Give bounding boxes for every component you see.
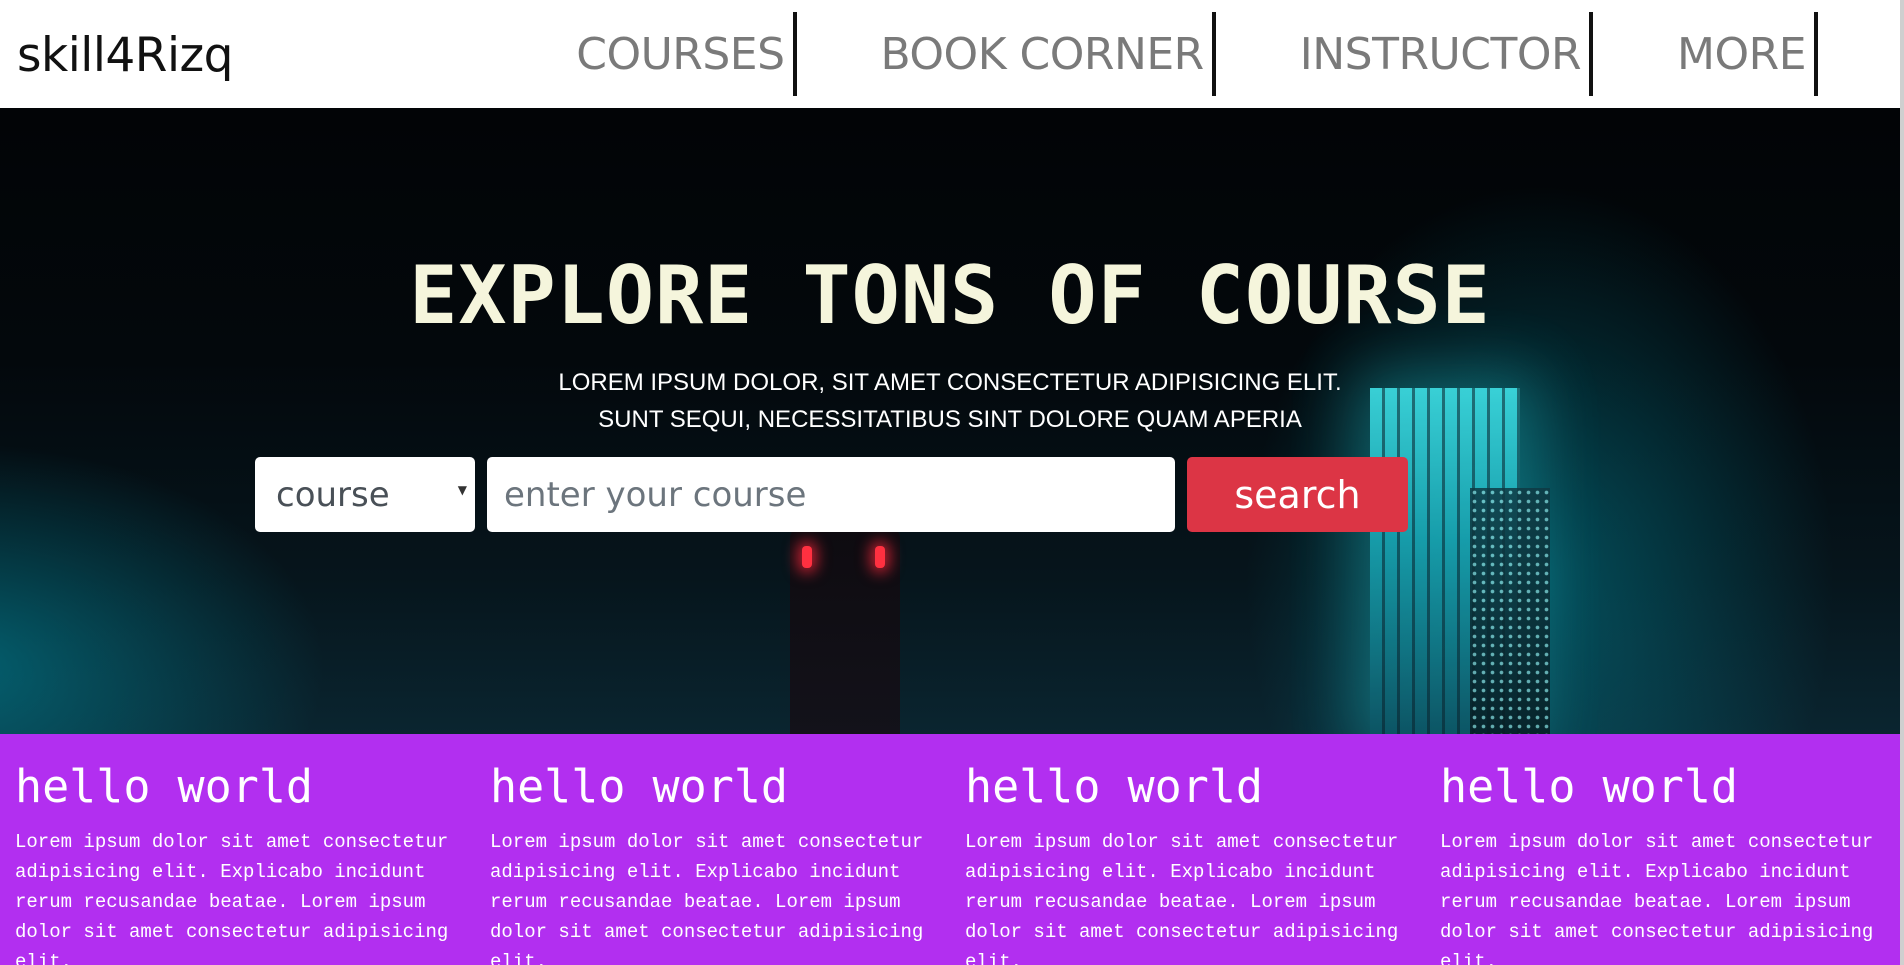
search-button[interactable]: search — [1187, 457, 1408, 532]
search-input[interactable] — [487, 457, 1175, 532]
card-title: hello world — [965, 760, 1264, 813]
nav-links: COURSES BOOK CORNER INSTRUCTOR MORE — [576, 12, 1818, 96]
hero-subtitle: LOREM IPSUM DOLOR, SIT AMET CONSECTETUR … — [0, 364, 1900, 438]
navbar: skill4Rizq COURSES BOOK CORNER INSTRUCTO… — [0, 0, 1904, 108]
brand-logo[interactable]: skill4Rizq — [17, 26, 234, 86]
tower-light — [802, 546, 812, 568]
feature-card: hello world Lorem ipsum dolor sit amet c… — [475, 734, 950, 965]
category-select[interactable]: course ▼ — [255, 457, 475, 532]
card-text: Lorem ipsum dolor sit amet consectetur a… — [1440, 831, 1874, 965]
nav-link-more[interactable]: MORE — [1593, 12, 1818, 96]
tower-light — [875, 546, 885, 568]
hero-subtitle-line-1: LOREM IPSUM DOLOR, SIT AMET CONSECTETUR … — [558, 369, 1342, 396]
feature-card: hello world Lorem ipsum dolor sit amet c… — [1425, 734, 1900, 965]
feature-card: hello world Lorem ipsum dolor sit amet c… — [0, 734, 475, 965]
card-text: Lorem ipsum dolor sit amet consectetur a… — [15, 831, 449, 965]
card-text: Lorem ipsum dolor sit amet consectetur a… — [965, 831, 1399, 965]
nav-link-courses[interactable]: COURSES — [576, 12, 797, 96]
category-select-value: course — [276, 474, 390, 515]
card-title: hello world — [490, 760, 789, 813]
card-text: Lorem ipsum dolor sit amet consectetur a… — [490, 831, 924, 965]
hero-section: EXPLORE TONS OF COURSE LOREM IPSUM DOLOR… — [0, 108, 1900, 734]
card-title: hello world — [15, 760, 314, 813]
feature-cards: hello world Lorem ipsum dolor sit amet c… — [0, 734, 1900, 965]
caret-down-icon: ▼ — [457, 483, 467, 497]
hero-background-tower-lights — [1470, 488, 1550, 734]
nav-link-instructor[interactable]: INSTRUCTOR — [1216, 12, 1594, 96]
search-bar: course ▼ search — [255, 457, 1408, 532]
page-scrollbar[interactable] — [1900, 0, 1904, 965]
nav-link-book-corner[interactable]: BOOK CORNER — [797, 12, 1216, 96]
hero-subtitle-line-2: SUNT SEQUI, NECESSITATIBUS SINT DOLORE Q… — [598, 406, 1302, 433]
feature-card: hello world Lorem ipsum dolor sit amet c… — [950, 734, 1425, 965]
hero-background-tower-red — [790, 528, 900, 734]
card-title: hello world — [1440, 760, 1739, 813]
hero-title: EXPLORE TONS OF COURSE — [409, 249, 1491, 342]
